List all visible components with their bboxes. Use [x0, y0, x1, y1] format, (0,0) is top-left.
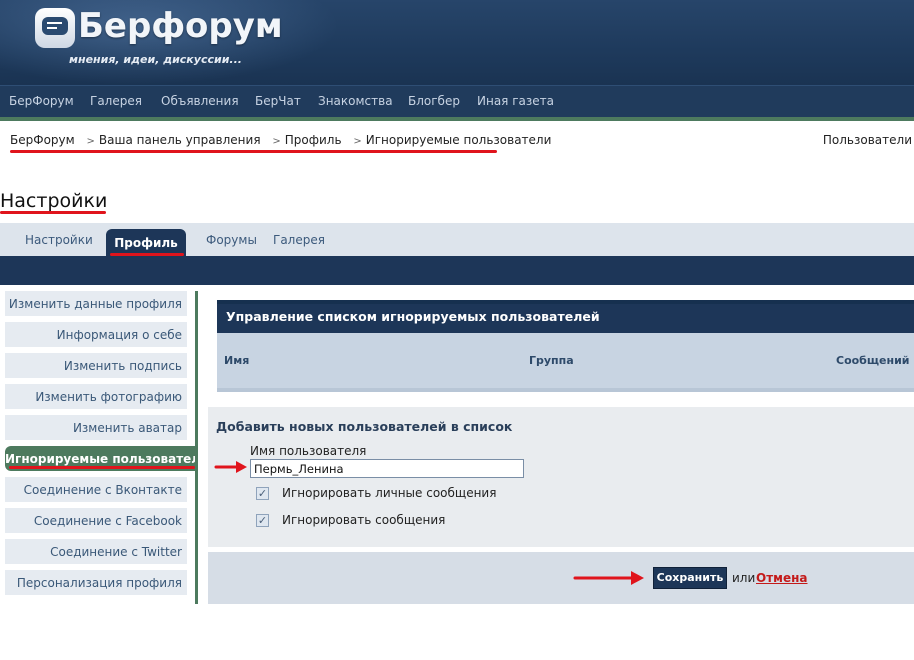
- column-header-posts[interactable]: Сообщений: [836, 354, 910, 367]
- sidebar-item-avatar[interactable]: Изменить аватар: [5, 415, 187, 440]
- breadcrumb-control-panel[interactable]: Ваша панель управления: [99, 133, 261, 147]
- column-header-name[interactable]: Имя: [224, 354, 249, 367]
- nav-gallery[interactable]: Галерея: [90, 94, 142, 108]
- tab-gallery[interactable]: Галерея: [273, 233, 325, 247]
- nav-berchat[interactable]: БерЧат: [255, 94, 301, 108]
- bubble-shape: [42, 17, 68, 35]
- annotation-arrow-icon: [573, 571, 644, 585]
- top-navigation: БерФорум Галерея Объявления БерЧат Знако…: [0, 85, 914, 117]
- breadcrumb: БерФорум > Ваша панель управления > Профил…: [10, 133, 551, 147]
- page: Берфорум мнения, идеи, дискуссии... БерФ…: [0, 0, 914, 660]
- cancel-link[interactable]: Отмена: [756, 571, 808, 585]
- accent-divider: [0, 117, 914, 121]
- sidebar-item-photo[interactable]: Изменить фотографию: [5, 384, 187, 409]
- site-logo-text[interactable]: Берфорум: [78, 6, 283, 46]
- nav-blogber[interactable]: Блогбер: [408, 94, 460, 108]
- save-button[interactable]: Сохранить: [653, 567, 727, 589]
- ignore-private-messages-label: Игнорировать личные сообщения: [282, 486, 497, 500]
- ignored-users-table-title: Управление списком игнорируемых пользова…: [217, 300, 914, 333]
- form-actions: Сохранить или Отмена: [208, 552, 914, 604]
- users-link[interactable]: Пользователи: [823, 133, 912, 147]
- ignore-posts-checkbox[interactable]: ✓: [256, 514, 269, 527]
- or-text: или: [732, 571, 756, 585]
- column-header-group[interactable]: Группа: [529, 354, 574, 367]
- table-footer: [217, 388, 914, 392]
- breadcrumb-separator: >: [272, 136, 281, 147]
- sidebar-item-about[interactable]: Информация о себе: [5, 322, 187, 347]
- breadcrumb-separator: >: [353, 136, 362, 147]
- tab-forums[interactable]: Форумы: [206, 233, 257, 247]
- tab-profile[interactable]: Профиль: [106, 229, 186, 256]
- username-label: Имя пользователя: [250, 444, 367, 458]
- sidebar-divider: [195, 291, 198, 604]
- site-tagline: мнения, идеи, дискуссии...: [69, 53, 242, 66]
- speech-bubble-logo-icon[interactable]: [35, 8, 75, 48]
- bubble-line: [47, 22, 62, 24]
- sidebar-item-vkontakte[interactable]: Соединение с Вконтакте: [5, 477, 187, 502]
- tab-subbar: [0, 256, 914, 285]
- nav-dating[interactable]: Знакомства: [318, 94, 393, 108]
- annotation-underline: [0, 211, 106, 214]
- annotation-underline: [10, 150, 497, 153]
- breadcrumb-ignored-users: Игнорируемые пользователи: [365, 133, 552, 147]
- sidebar-item-signature[interactable]: Изменить подпись: [5, 353, 187, 378]
- tab-settings[interactable]: Настройки: [25, 233, 93, 247]
- username-input[interactable]: [250, 459, 524, 478]
- sidebar-item-personalization[interactable]: Персонализация профиля: [5, 570, 187, 595]
- sidebar-item-edit-profile[interactable]: Изменить данные профиля: [5, 291, 187, 316]
- breadcrumb-separator: >: [86, 136, 95, 147]
- ignore-private-messages-checkbox[interactable]: ✓: [256, 487, 269, 500]
- sidebar-item-twitter[interactable]: Соединение с Twitter: [5, 539, 187, 564]
- nav-classifieds[interactable]: Объявления: [161, 94, 239, 108]
- page-title: Настройки: [0, 190, 108, 212]
- breadcrumb-profile[interactable]: Профиль: [285, 133, 342, 147]
- ignore-posts-label: Игнорировать сообщения: [282, 513, 446, 527]
- bubble-line: [47, 27, 57, 29]
- sidebar-item-facebook[interactable]: Соединение с Facebook: [5, 508, 187, 533]
- annotation-arrow-icon: [214, 461, 247, 473]
- site-header: Берфорум мнения, идеи, дискуссии...: [0, 0, 914, 85]
- add-users-form: Добавить новых пользователей в список Им…: [208, 407, 914, 547]
- ignored-users-table: Управление списком игнорируемых пользова…: [217, 300, 914, 392]
- add-users-title: Добавить новых пользователей в список: [216, 419, 513, 434]
- breadcrumb-berforum[interactable]: БерФорум: [10, 133, 75, 147]
- nav-berforum[interactable]: БерФорум: [9, 94, 74, 108]
- nav-inaya-gazeta[interactable]: Иная газета: [477, 94, 554, 108]
- annotation-underline: [9, 466, 195, 469]
